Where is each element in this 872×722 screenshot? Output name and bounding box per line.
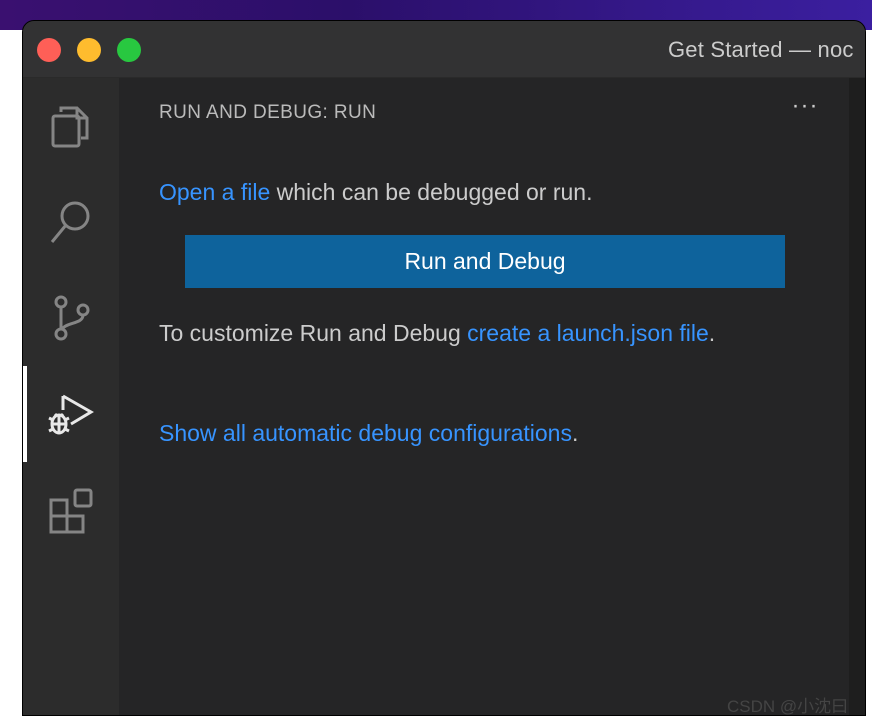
show-all-configurations-link[interactable]: Show all automatic debug configurations bbox=[159, 420, 572, 446]
show-all-suffix: . bbox=[571, 420, 579, 446]
vscode-window: Get Started — noc RUN AND DEBUG: RUN ···… bbox=[22, 20, 866, 716]
create-launch-json-link[interactable]: create a launch.json file bbox=[467, 320, 709, 346]
editor-edge bbox=[849, 78, 865, 715]
customize-suffix: . bbox=[708, 320, 716, 346]
customize-message: To customize Run and Debug create a laun… bbox=[159, 315, 799, 351]
more-actions-button[interactable]: ··· bbox=[787, 94, 823, 124]
extensions-icon bbox=[49, 488, 93, 534]
activity-explorer[interactable] bbox=[23, 78, 119, 174]
activity-source-control[interactable] bbox=[23, 270, 119, 366]
activity-search[interactable] bbox=[23, 174, 119, 270]
title-bar: Get Started — noc bbox=[23, 21, 865, 78]
minimize-window-button[interactable] bbox=[77, 38, 101, 62]
maximize-window-button[interactable] bbox=[117, 38, 141, 62]
activity-extensions[interactable] bbox=[23, 462, 119, 558]
view-title: RUN AND DEBUG: RUN bbox=[159, 102, 377, 123]
search-icon bbox=[50, 201, 90, 243]
run-and-debug-button[interactable]: Run and Debug bbox=[185, 235, 785, 288]
run-debug-view: RUN AND DEBUG: RUN ··· Open a file which… bbox=[119, 78, 849, 715]
customize-text: To customize Run and Debug bbox=[159, 320, 468, 346]
window-title: Get Started — noc bbox=[668, 37, 854, 62]
open-file-link[interactable]: Open a file bbox=[159, 179, 270, 205]
source-control-icon bbox=[54, 295, 90, 341]
close-window-button[interactable] bbox=[37, 38, 61, 62]
activity-run-and-debug[interactable] bbox=[23, 366, 119, 462]
run-debug-icon bbox=[48, 394, 94, 435]
show-all-message: Show all automatic debug configurations. bbox=[159, 415, 799, 451]
activity-bar bbox=[23, 78, 119, 715]
open-file-text: which can be debugged or run. bbox=[270, 179, 593, 205]
watermark: CSDN @小沈曰 bbox=[727, 697, 849, 716]
open-file-message: Open a file which can be debugged or run… bbox=[159, 174, 799, 210]
files-icon bbox=[51, 106, 89, 148]
